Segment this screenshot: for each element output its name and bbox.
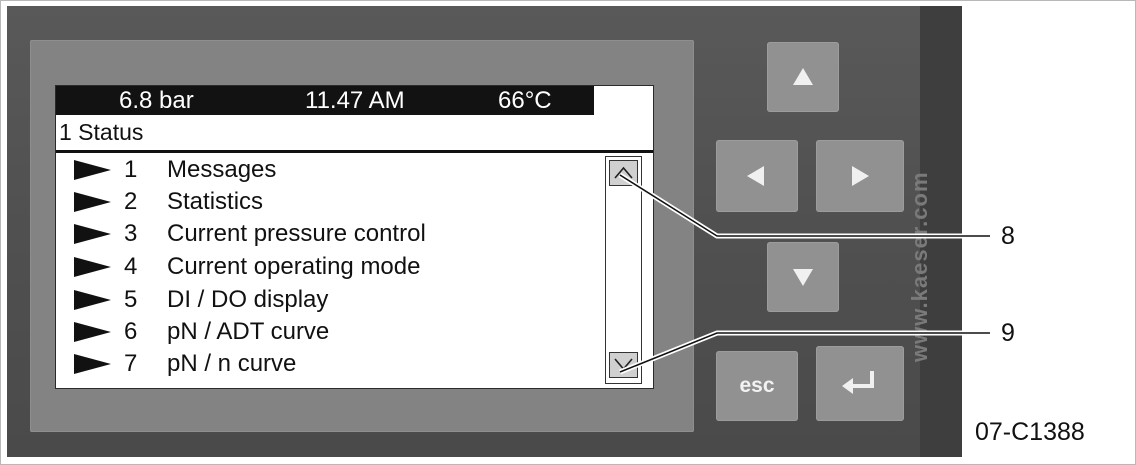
figure-id: 07-C1388 <box>975 418 1085 446</box>
callout-leader-lines <box>618 172 990 375</box>
callout-8: 8 <box>1001 222 1015 250</box>
callout-9: 9 <box>1001 319 1015 347</box>
